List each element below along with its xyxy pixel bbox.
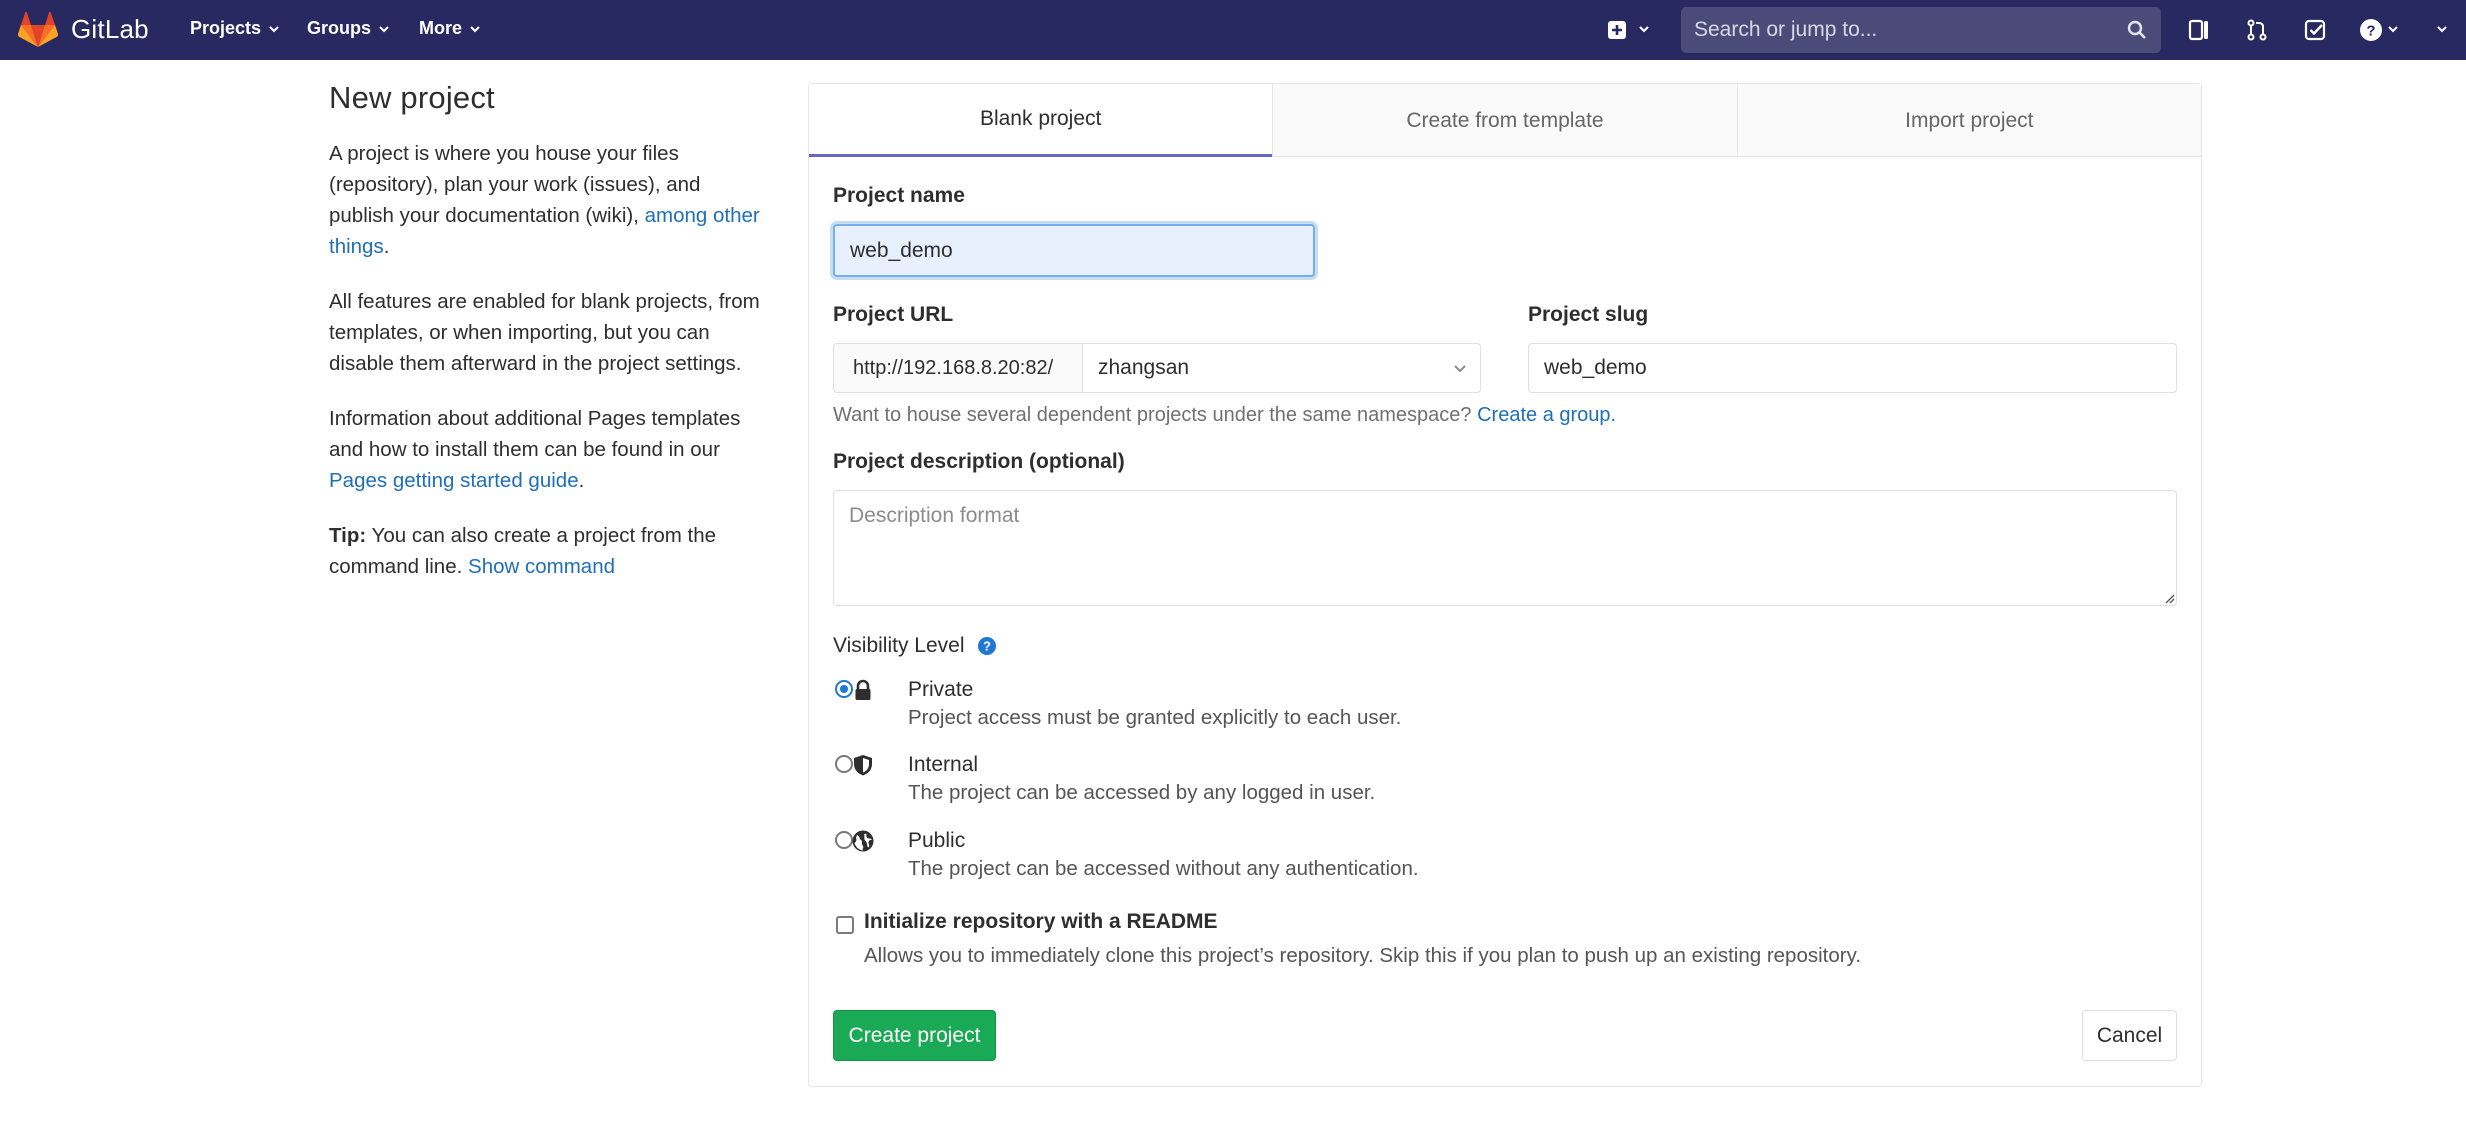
resize-grip-icon[interactable] [2163, 592, 2175, 604]
project-name-label: Project name [833, 184, 965, 207]
gitlab-logo-icon[interactable] [18, 10, 58, 50]
initialize-readme-desc: Allows you to immediately clone this pro… [864, 944, 1862, 967]
visibility-level-label: Visibility Level [833, 634, 965, 657]
project-slug-input[interactable]: web_demo [1528, 343, 2177, 393]
issues-icon [2188, 19, 2208, 41]
todos-nav-button[interactable] [2300, 15, 2330, 45]
chevron-down-icon [379, 25, 389, 32]
help-dropdown[interactable]: ? [2358, 15, 2408, 45]
visibility-internal-desc: The project can be accessed by any logge… [908, 781, 1376, 804]
question-circle-icon[interactable]: ? [977, 636, 997, 656]
intro-section: New project A project is where you house… [329, 80, 769, 606]
nav-groups[interactable]: Groups [307, 18, 391, 39]
project-url-label: Project URL [833, 303, 954, 326]
intro-paragraph-1-end: . [383, 235, 390, 258]
svg-text:?: ? [2366, 23, 2375, 40]
brand-name[interactable]: GitLab [71, 14, 149, 45]
visibility-private-desc: Project access must be granted explicitl… [908, 706, 1402, 729]
nav-groups-label: Groups [307, 18, 372, 38]
nav-more[interactable]: More [419, 18, 482, 39]
merge-requests-nav-button[interactable] [2242, 15, 2272, 45]
namespace-hint: Want to house several dependent projects… [833, 404, 1616, 427]
search-icon [2127, 20, 2146, 39]
intro-paragraph-1: A project is where you house your files … [329, 138, 769, 262]
project-description-label: Project description (optional) [833, 450, 1125, 473]
nav-projects[interactable]: Projects [190, 18, 281, 39]
user-menu-dropdown[interactable] [2432, 15, 2466, 45]
chevron-down-icon [470, 25, 480, 32]
pages-guide-link[interactable]: Pages getting started guide [329, 469, 579, 492]
namespace-hint-text: Want to house several dependent projects… [833, 404, 1478, 426]
chevron-down-icon [269, 25, 279, 32]
nav-more-label: More [419, 18, 463, 38]
project-url-group: http://192.168.8.20:82/ zhangsan [833, 343, 1481, 393]
tip-label: Tip: [329, 524, 367, 547]
visibility-private-title: Private [908, 678, 974, 701]
chevron-down-icon [2437, 26, 2447, 33]
nav-projects-label: Projects [190, 18, 262, 38]
namespace-value: zhangsan [1098, 356, 1190, 379]
page-title: New project [329, 80, 495, 115]
new-item-dropdown[interactable] [1605, 15, 1659, 45]
namespace-select[interactable]: zhangsan [1083, 344, 1480, 392]
tab-create-from-template[interactable]: Create from template [1272, 84, 1736, 157]
visibility-internal-title: Internal [908, 753, 979, 776]
visibility-public-desc: The project can be accessed without any … [908, 857, 1419, 880]
plus-square-icon [1608, 21, 1649, 39]
create-group-link[interactable]: Create a group. [1477, 404, 1616, 426]
cancel-button[interactable]: Cancel [2082, 1010, 2177, 1061]
intro-paragraph-3: Information about additional Pages templ… [329, 403, 769, 496]
merge-request-icon [2247, 19, 2267, 41]
tip-paragraph: Tip: You can also create a project from … [329, 520, 769, 582]
intro-paragraph-2: All features are enabled for blank proje… [329, 290, 760, 375]
help-icon: ? [2360, 19, 2398, 41]
svg-text:?: ? [983, 639, 991, 654]
create-project-button[interactable]: Create project [833, 1010, 996, 1061]
intro-paragraph-3-end: . [578, 469, 585, 492]
issues-nav-button[interactable] [2184, 15, 2214, 45]
initialize-readme-checkbox[interactable] [836, 916, 854, 934]
intro-paragraph-3-text: Information about additional Pages templ… [329, 407, 741, 461]
top-navbar: GitLab Projects Groups More Search or ju… [0, 0, 2466, 60]
project-description-textarea[interactable] [833, 490, 2177, 606]
globe-icon [852, 830, 874, 852]
search-box[interactable] [1681, 7, 2161, 53]
search-input[interactable] [1694, 7, 2114, 53]
tab-import-project[interactable]: Import project [1736, 84, 2201, 157]
url-prefix: http://192.168.8.20:82/ [834, 344, 1083, 392]
project-name-input[interactable]: web_demo [833, 224, 1315, 277]
lock-icon [855, 679, 871, 700]
chevron-down-icon [1454, 365, 1466, 373]
todo-check-icon [2304, 19, 2326, 41]
show-command-link[interactable]: Show command [468, 555, 615, 578]
tab-blank-project[interactable]: Blank project [809, 84, 1273, 157]
project-slug-label: Project slug [1528, 303, 1649, 326]
initialize-readme-label[interactable]: Initialize repository with a README [864, 910, 1218, 934]
visibility-public-title: Public [908, 829, 966, 852]
new-project-panel: Blank project Create from template Impor… [808, 83, 2202, 1087]
project-tabs: Blank project Create from template Impor… [809, 84, 2201, 157]
shield-icon [854, 755, 872, 776]
